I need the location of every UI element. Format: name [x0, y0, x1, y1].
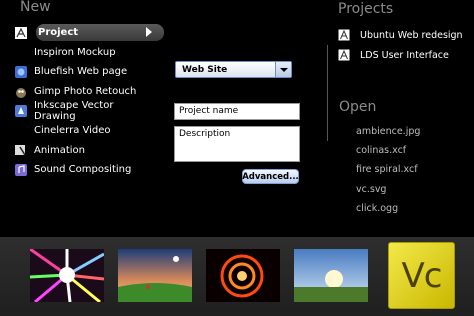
new-items-list: Project Inspiron Mockup Bluefish Web pag…: [14, 23, 164, 180]
new-item-label: Project: [38, 27, 79, 39]
open-file-item[interactable]: click.ogg: [356, 199, 420, 218]
project-icon: [338, 29, 350, 41]
mockup-icon: [14, 45, 28, 59]
project-item-label: Ubuntu Web redesign: [360, 29, 463, 41]
animation-icon: [14, 143, 28, 157]
project-item-lds[interactable]: LDS User Interface: [338, 45, 463, 65]
new-item-label: Inkscape Vector Drawing: [34, 100, 114, 123]
new-section-title: New: [20, 0, 51, 15]
new-item-inspiron-mockup[interactable]: Inspiron Mockup: [14, 43, 154, 63]
project-type-select[interactable]: Web Site: [175, 61, 292, 78]
description-input[interactable]: Description: [174, 126, 300, 162]
sound-icon: [14, 163, 28, 177]
open-file-item[interactable]: vc.svg: [356, 180, 420, 199]
project-name-input[interactable]: Project name: [174, 103, 300, 120]
project-type-value: Web Site: [182, 64, 228, 75]
new-item-bluefish[interactable]: Bluefish Web page: [14, 62, 154, 82]
new-item-label: Sound Compositing: [34, 164, 132, 176]
new-item-sound[interactable]: Sound Compositing: [14, 160, 154, 180]
project-icon: [338, 49, 350, 61]
open-file-item[interactable]: ambience.jpg: [356, 122, 420, 141]
sunburst-meadow-thumbnail[interactable]: [294, 249, 368, 302]
starburst-thumbnail[interactable]: [30, 249, 104, 302]
projects-section-title: Projects: [338, 1, 394, 17]
open-files-list: ambience.jpg colinas.xcf fire spiral.xcf…: [356, 122, 420, 218]
new-item-label: Gimp Photo Retouch: [34, 86, 137, 98]
vertical-divider: [327, 45, 328, 141]
new-item-gimp[interactable]: Gimp Photo Retouch: [14, 82, 154, 102]
project-item-label: LDS User Interface: [360, 49, 449, 61]
sunset-field-thumbnail[interactable]: [118, 249, 192, 302]
open-section-title: Open: [339, 99, 377, 115]
open-file-item[interactable]: fire spiral.xcf: [356, 160, 420, 179]
fire-spiral-thumbnail[interactable]: [206, 249, 280, 302]
dropdown-button[interactable]: [275, 62, 291, 77]
vc-logo: Vc: [388, 242, 455, 309]
new-item-project[interactable]: Project: [14, 23, 164, 43]
chevron-down-icon: [279, 67, 288, 72]
bluefish-icon: [14, 65, 28, 79]
gimp-icon: [14, 85, 28, 99]
bottom-thumbnail-bar: Vc: [0, 237, 474, 316]
projects-list: Ubuntu Web redesign LDS User Interface: [338, 25, 463, 65]
project-item-ubuntu[interactable]: Ubuntu Web redesign: [338, 25, 463, 45]
new-item-inkscape[interactable]: Inkscape Vector Drawing: [14, 100, 154, 123]
new-item-label: Bluefish Web page: [34, 66, 128, 78]
inkscape-icon: [14, 104, 28, 118]
new-item-label: Cinelerra Video: [34, 125, 111, 137]
chevron-right-icon: [146, 27, 152, 37]
new-item-animation[interactable]: Animation: [14, 141, 154, 161]
advanced-button[interactable]: Advanced...: [242, 169, 299, 184]
new-item-label: Animation: [34, 144, 85, 156]
project-icon: [14, 26, 28, 40]
new-item-cinelerra[interactable]: Cinelerra Video: [14, 121, 154, 141]
new-item-label: Inspiron Mockup: [34, 46, 116, 58]
open-file-item[interactable]: colinas.xcf: [356, 141, 420, 160]
